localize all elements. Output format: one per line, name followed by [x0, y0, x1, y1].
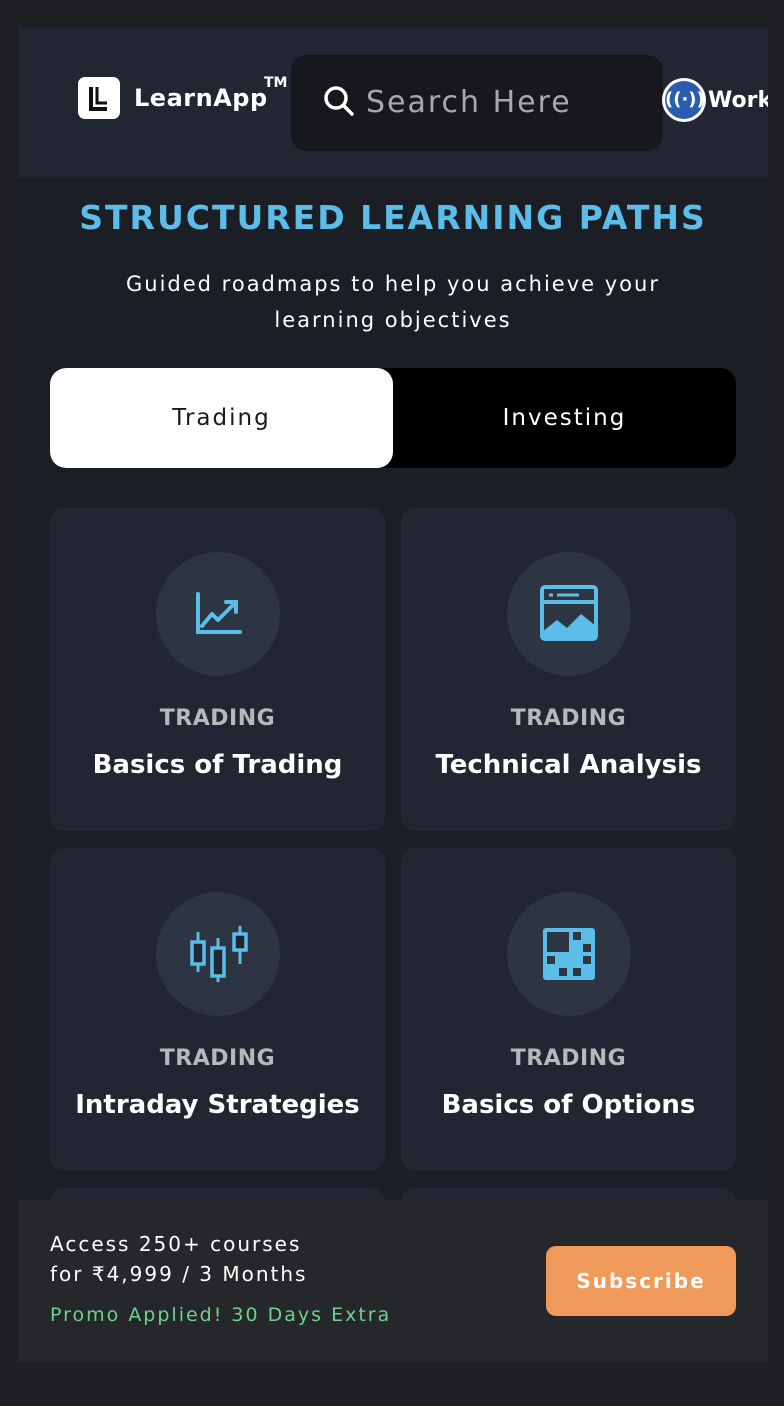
card-title: Intraday Strategies — [75, 1090, 360, 1120]
offer-line-1: Access 250+ courses — [50, 1232, 302, 1256]
chart-window-icon — [540, 585, 598, 641]
section-subtitle: Guided roadmaps to help you achieve your… — [126, 272, 660, 332]
path-card-technical-analysis[interactable]: TRADING Technical Analysis — [401, 508, 736, 831]
search-bar[interactable]: Search Here — [291, 55, 663, 151]
card-icon-circle — [507, 892, 631, 1016]
card-title: Technical Analysis — [435, 750, 702, 780]
card-icon-circle — [156, 552, 280, 676]
path-tabs: Trading Investing — [50, 368, 736, 468]
path-card-basics-of-trading[interactable]: TRADING Basics of Trading — [50, 508, 385, 831]
workshop-label: Work — [708, 87, 768, 113]
grid-matrix-icon — [543, 928, 595, 980]
top-header: LearnApp TM Search Here ((·)) Work — [18, 28, 768, 178]
brand-logo[interactable]: LearnApp TM — [78, 75, 287, 119]
app-frame: LearnApp TM Search Here ((·)) Work STRUC… — [18, 28, 768, 1362]
card-category: TRADING — [510, 1046, 627, 1071]
card-icon-circle — [507, 552, 631, 676]
promo-text: Promo Applied! 30 Days Extra — [50, 1304, 392, 1326]
path-card-basics-of-options[interactable]: TRADING Basics of Options — [401, 848, 736, 1171]
card-category: TRADING — [510, 706, 627, 731]
tab-investing[interactable]: Investing — [393, 368, 736, 468]
subscribe-button[interactable]: Subscribe — [546, 1246, 736, 1316]
candlestick-icon — [190, 926, 248, 982]
trademark-mark: TM — [264, 75, 288, 91]
tab-trading[interactable]: Trading — [50, 368, 393, 468]
section-title: STRUCTURED LEARNING PATHS — [79, 198, 707, 237]
card-icon-circle — [156, 892, 280, 1016]
search-placeholder: Search Here — [366, 85, 572, 120]
path-card-intraday-strategies[interactable]: TRADING Intraday Strategies — [50, 848, 385, 1171]
line-chart-icon — [196, 592, 242, 634]
subscribe-bar: Access 250+ courses for ₹4,999 / 3 Month… — [18, 1200, 768, 1362]
workshop-link[interactable]: ((·)) Work — [662, 78, 768, 122]
card-title: Basics of Trading — [92, 750, 343, 780]
search-icon — [323, 85, 355, 121]
live-broadcast-icon: ((·)) — [662, 78, 706, 122]
card-category: TRADING — [159, 1046, 276, 1071]
offer-line-2: for ₹4,999 / 3 Months — [50, 1262, 308, 1286]
card-title: Basics of Options — [441, 1090, 696, 1120]
brand-name: LearnApp — [134, 84, 268, 112]
card-category: TRADING — [159, 706, 276, 731]
learnapp-logo-icon — [78, 77, 120, 119]
